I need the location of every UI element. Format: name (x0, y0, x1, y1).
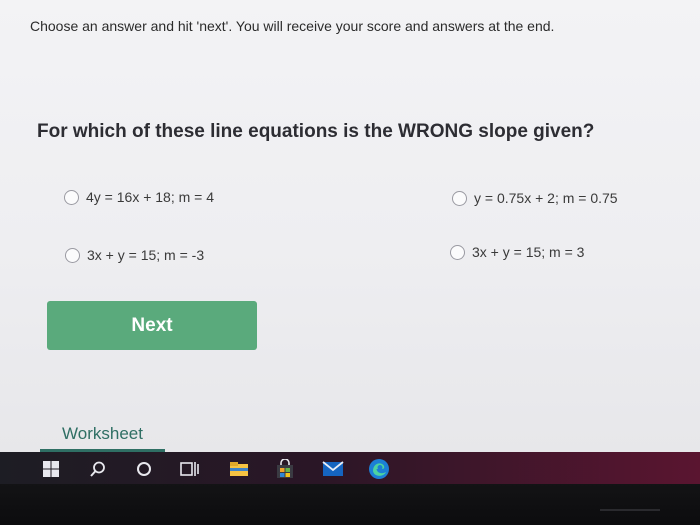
search-icon[interactable] (87, 458, 109, 480)
quiz-screen: Choose an answer and hit 'next'. You wil… (0, 0, 700, 452)
windows-start-icon[interactable] (40, 458, 62, 480)
tab-worksheet[interactable]: Worksheet (40, 420, 165, 452)
windows-taskbar (0, 452, 700, 484)
radio-button[interactable] (65, 247, 80, 263)
answer-option-2[interactable]: y = 0.75x + 2; m = 0.75 (452, 190, 618, 206)
mail-icon[interactable] (322, 458, 344, 480)
instructions-text: Choose an answer and hit 'next'. You wil… (30, 18, 555, 34)
answer-option-3[interactable]: 3x + y = 15; m = -3 (65, 247, 204, 263)
question-text: For which of these line equations is the… (37, 121, 595, 142)
task-view-icon[interactable] (179, 458, 201, 480)
answer-option-label: 4y = 16x + 18; m = 4 (86, 189, 215, 205)
radio-button[interactable] (450, 244, 465, 260)
answer-option-4[interactable]: 3x + y = 15; m = 3 (450, 244, 584, 260)
radio-button[interactable] (64, 189, 79, 205)
monitor-bezel (0, 484, 700, 525)
edge-icon[interactable] (368, 458, 390, 480)
microsoft-store-icon[interactable] (274, 458, 296, 480)
cortana-icon[interactable] (133, 458, 155, 480)
next-button[interactable]: Next (47, 301, 257, 350)
monitor-logo (600, 509, 660, 523)
answer-option-1[interactable]: 4y = 16x + 18; m = 4 (64, 189, 214, 205)
tab-worksheet-label: Worksheet (62, 424, 143, 443)
answer-option-label: y = 0.75x + 2; m = 0.75 (474, 190, 618, 206)
answer-option-label: 3x + y = 15; m = 3 (472, 244, 585, 260)
file-explorer-icon[interactable] (228, 458, 250, 480)
answer-option-label: 3x + y = 15; m = -3 (87, 247, 205, 263)
radio-button[interactable] (452, 190, 467, 206)
